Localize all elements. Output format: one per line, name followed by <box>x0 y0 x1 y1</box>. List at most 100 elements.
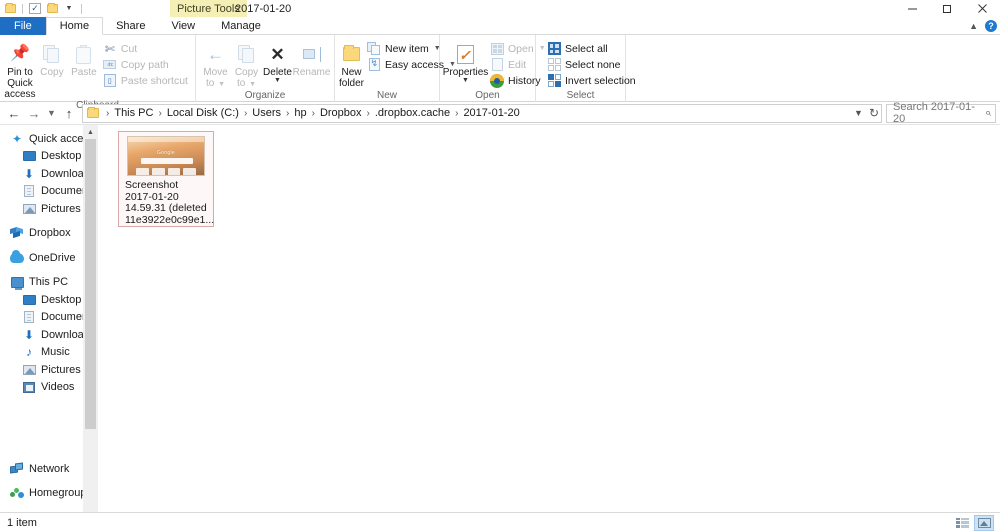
search-icon: ⌕ <box>984 106 991 119</box>
properties-icon: ✓ <box>457 41 474 67</box>
this-pc-icon <box>10 275 24 290</box>
breadcrumb-item-hp[interactable]: hp <box>292 107 308 119</box>
pin-label-1: Pin to Quick <box>7 67 33 89</box>
tab-view-label: View <box>171 20 196 32</box>
tab-manage[interactable]: Manage <box>208 17 274 35</box>
tab-share-label: Share <box>116 20 146 32</box>
invert-selection-icon <box>547 74 561 88</box>
breadcrumb-item-dropbox-cache[interactable]: .dropbox.cache <box>373 107 452 119</box>
refresh-icon[interactable]: ↻ <box>869 106 879 120</box>
new-folder-button[interactable]: New folder <box>339 38 364 89</box>
rename-button[interactable]: Rename <box>293 38 330 78</box>
move-to-button[interactable]: ← Move to ▼ <box>200 38 231 90</box>
restore-button[interactable] <box>930 0 965 17</box>
ribbon-strip-actions: ▲ ? <box>969 17 997 35</box>
qat-customize-caret-icon[interactable]: ▼ <box>62 2 76 16</box>
large-icons-view-button[interactable] <box>974 514 994 531</box>
breadcrumb-sep-5: › <box>366 107 370 119</box>
select-none-button[interactable]: Select none <box>544 57 639 72</box>
desktop-icon <box>22 293 36 307</box>
file-explorer-window: ✓ ▼ Picture Tools 2017-01-20 File Home S… <box>0 0 1000 532</box>
tab-share[interactable]: Share <box>103 17 158 35</box>
help-icon[interactable]: ? <box>985 20 997 32</box>
window-title: 2017-01-20 <box>235 0 291 17</box>
qat-folder-icon[interactable] <box>3 2 17 16</box>
copy-to-icon <box>238 41 255 67</box>
tab-manage-label: Manage <box>221 20 261 32</box>
address-history-caret-icon[interactable]: ▼ <box>854 108 863 118</box>
file-list-pane[interactable]: Google Screenshot 2017-01-20 14.59.31 (d… <box>98 125 1000 525</box>
copy-path-icon: abc <box>103 58 117 72</box>
pin-to-quick-access-button[interactable]: 📌 Pin to Quick access <box>4 38 36 101</box>
tab-home[interactable]: Home <box>45 17 104 35</box>
documents-icon <box>22 184 36 198</box>
invert-selection-label: Invert selection <box>565 74 636 87</box>
list-item[interactable]: Google Screenshot 2017-01-20 14.59.31 (d… <box>118 131 214 227</box>
tab-view[interactable]: View <box>158 17 208 35</box>
search-box[interactable]: Search 2017-01-20 ⌕ <box>886 101 996 125</box>
properties-dropdown-caret-icon[interactable]: ▼ <box>462 77 469 84</box>
window-title-text: 2017-01-20 <box>235 2 292 15</box>
breadcrumb-sep-6: › <box>455 107 459 119</box>
breadcrumb-item-users[interactable]: Users <box>250 107 283 119</box>
paste-shortcut-label: Paste shortcut <box>120 74 188 87</box>
scissors-icon: ✄ <box>104 41 115 56</box>
sidebar-label-desktop-qa: Desktop <box>41 150 82 163</box>
navigation-pane-scrollbar[interactable]: ▲ ▼ <box>83 125 98 525</box>
open-icon <box>490 42 504 56</box>
file-name-line-4: 11e3922e0c99e1... <box>125 213 215 226</box>
cut-button[interactable]: ✄ Cut <box>100 41 191 56</box>
easy-access-label: Easy access <box>385 58 444 71</box>
sidebar-label-music: Music <box>41 346 70 359</box>
minimize-button[interactable] <box>895 0 930 17</box>
scrollbar-thumb[interactable] <box>85 139 96 429</box>
scrollbar-track[interactable] <box>83 139 98 511</box>
group-title-select: Select <box>566 90 595 101</box>
group-title-new: New <box>376 90 397 101</box>
sidebar-label-pictures-pc: Pictures <box>41 363 81 376</box>
sidebar-label-desktop-pc: Desktop <box>41 293 82 306</box>
breadcrumb-item-this-pc[interactable]: This PC <box>112 107 155 119</box>
view-mode-buttons <box>952 514 994 531</box>
copy-path-button[interactable]: abc Copy path <box>100 57 191 72</box>
ribbon-group-clipboard: 📌 Pin to Quick access Copy Paste ✄ Cut a… <box>0 35 196 111</box>
paste-button[interactable]: Paste <box>68 38 100 78</box>
breadcrumb-item-dropbox[interactable]: Dropbox <box>318 107 364 119</box>
title-bar: ✓ ▼ Picture Tools 2017-01-20 <box>0 0 1000 17</box>
invert-selection-button[interactable]: Invert selection <box>544 73 639 88</box>
delete-button[interactable]: ✕ Delete ▼ <box>262 38 293 85</box>
breadcrumb-item-local-disk[interactable]: Local Disk (C:) <box>165 107 241 119</box>
tab-file[interactable]: File <box>0 17 46 35</box>
rename-icon <box>302 41 321 67</box>
ribbon-group-select: Select all Select none Invert selection … <box>536 35 636 102</box>
select-all-label: Select all <box>565 42 608 55</box>
qat-properties-check-icon[interactable]: ✓ <box>28 2 42 16</box>
ribbon-group-open: ✓ Properties ▼ Open ▼ Edit History Open <box>440 35 546 102</box>
file-name-line-1: Screenshot <box>125 179 179 191</box>
breadcrumb-actions: ▼ ↻ <box>854 105 879 122</box>
videos-icon <box>22 380 36 394</box>
paste-shortcut-button[interactable]: ▯ Paste shortcut <box>100 73 191 88</box>
collapse-ribbon-icon[interactable]: ▲ <box>969 21 978 31</box>
network-icon <box>10 462 24 476</box>
select-none-icon <box>547 58 561 72</box>
details-view-icon <box>955 517 969 528</box>
delete-dropdown-caret-icon[interactable]: ▼ <box>274 77 281 84</box>
qat-new-folder-icon[interactable] <box>45 2 59 16</box>
breadcrumb-item-current-folder[interactable]: 2017-01-20 <box>461 107 521 119</box>
breadcrumb[interactable]: › This PC › Local Disk (C:) › Users › hp… <box>82 103 882 123</box>
status-bar: 1 item <box>0 512 1000 532</box>
scroll-up-icon[interactable]: ▲ <box>83 125 98 139</box>
close-button[interactable] <box>965 0 1000 17</box>
file-thumbnail: Google <box>127 136 205 176</box>
properties-button[interactable]: ✓ Properties ▼ <box>443 38 488 84</box>
breadcrumb-sep-1: › <box>158 107 162 119</box>
copy-button[interactable]: Copy <box>36 38 68 78</box>
select-all-button[interactable]: Select all <box>544 41 639 56</box>
desktop-icon <box>22 149 36 163</box>
new-folder-label-2: folder <box>339 78 365 89</box>
details-view-button[interactable] <box>952 515 972 531</box>
downloads-icon: ⬇ <box>23 327 35 342</box>
search-input[interactable]: Search 2017-01-20 <box>893 101 985 125</box>
copy-to-button[interactable]: Copy to ▼ <box>231 38 262 90</box>
